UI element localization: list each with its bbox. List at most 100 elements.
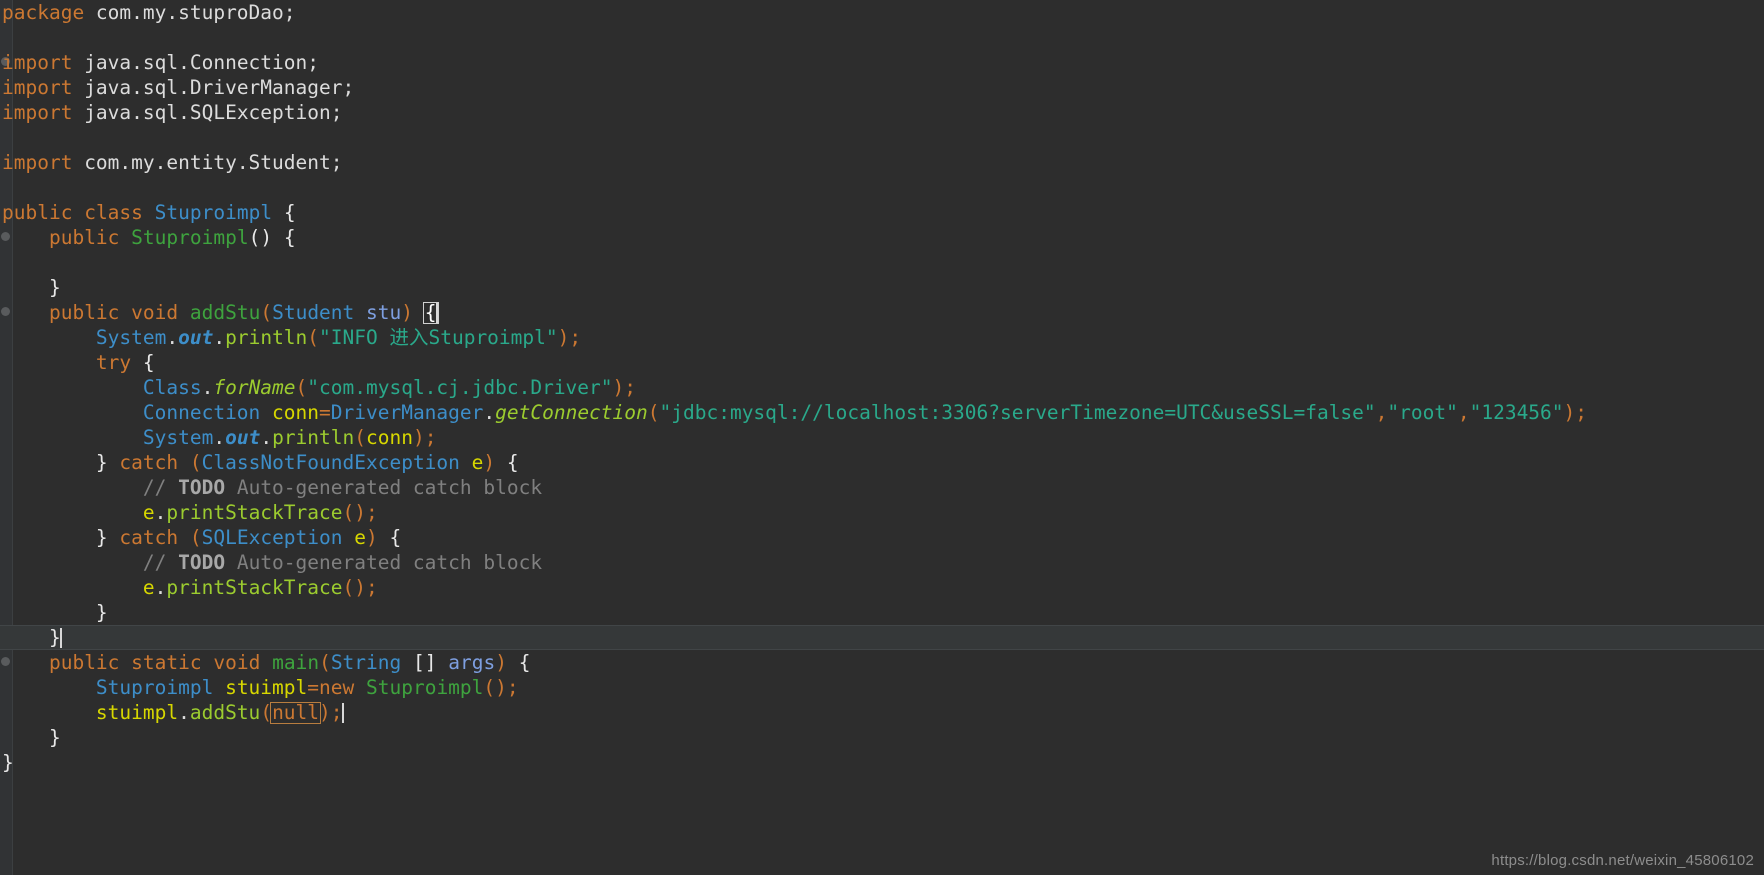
- token-type: System: [95, 326, 167, 349]
- token-brackets: []: [413, 651, 437, 674]
- token-brace: }: [48, 276, 61, 299]
- code-line-current[interactable]: }: [0, 625, 1764, 650]
- token-type: Class: [142, 376, 202, 399]
- code-line-comment[interactable]: // TODO Auto-generated catch block: [0, 475, 1764, 500]
- code-line[interactable]: import com.my.entity.Student;: [0, 150, 1764, 175]
- token-static-method-call: forName: [213, 376, 296, 399]
- token-brace: }: [95, 601, 108, 624]
- token-type: DriverManager: [330, 401, 484, 424]
- code-line[interactable]: package com.my.stuproDao;: [0, 0, 1764, 25]
- token-keyword: public: [2, 201, 73, 224]
- code-line-method-addstu[interactable]: public void addStu(Student stu) {: [0, 300, 1764, 325]
- token-brace: {: [389, 526, 402, 549]
- token-text: ();: [342, 501, 378, 524]
- token-text: );: [412, 426, 437, 449]
- token-keyword: import: [2, 101, 73, 124]
- token-paren: (: [260, 301, 273, 324]
- token-text: );: [612, 376, 637, 399]
- token-keyword: public: [48, 301, 120, 324]
- text-cursor: [59, 628, 62, 648]
- token-keyword: public: [48, 651, 120, 674]
- token-text: ();: [342, 576, 378, 599]
- token-keyword: public: [48, 226, 120, 249]
- token-paren: ): [495, 651, 507, 674]
- token-method-call: printStackTrace: [166, 501, 343, 524]
- token-operator: =: [307, 676, 320, 699]
- token-exception-variable: e: [142, 501, 155, 524]
- token-comment: Auto-generated catch block: [225, 476, 543, 499]
- token-method-name: Stuproimpl: [131, 226, 249, 249]
- token-brace: }: [95, 526, 108, 549]
- code-line-catch-sqle[interactable]: } catch (SQLException e) {: [0, 525, 1764, 550]
- token-exception-variable: e: [142, 576, 155, 599]
- token-exception-variable: e: [471, 451, 484, 474]
- token-paren: ): [366, 526, 378, 549]
- code-line[interactable]: import java.sql.DriverManager;: [0, 75, 1764, 100]
- token-string-username: "root": [1387, 401, 1458, 424]
- code-line-println-info[interactable]: System.out.println("INFO 进入Stuproimpl");: [0, 325, 1764, 350]
- token-type: Stuproimpl: [95, 676, 214, 699]
- token-local-variable: stuimpl: [95, 701, 179, 724]
- code-line-method-main[interactable]: public static void main(String [] args) …: [0, 650, 1764, 675]
- token-paren: (: [189, 526, 202, 549]
- code-line-class-declaration[interactable]: public class Stuproimpl {: [0, 200, 1764, 225]
- token-keyword: static: [131, 651, 202, 674]
- code-line-printstacktrace[interactable]: e.printStackTrace();: [0, 500, 1764, 525]
- token-brace: {: [283, 201, 296, 224]
- code-line[interactable]: }: [0, 725, 1764, 750]
- code-line-println-conn[interactable]: System.out.println(conn);: [0, 425, 1764, 450]
- token-comma: ,: [1457, 401, 1470, 424]
- token-type: Student: [272, 301, 355, 324]
- token-method-call: printStackTrace: [166, 576, 343, 599]
- token-keyword: new: [319, 676, 355, 699]
- token-method-name: main: [272, 651, 320, 674]
- token-paren: (: [295, 376, 308, 399]
- token-text: java.sql.SQLException;: [72, 101, 343, 124]
- token-paren: (: [354, 426, 367, 449]
- code-line[interactable]: }: [0, 275, 1764, 300]
- code-line[interactable]: }: [0, 600, 1764, 625]
- token-brace: }: [95, 451, 108, 474]
- token-keyword: catch: [119, 451, 179, 474]
- token-comment: //: [142, 551, 179, 574]
- token-text: java.sql.DriverManager;: [72, 76, 355, 99]
- token-keyword: class: [84, 201, 143, 224]
- code-line[interactable]: }: [0, 750, 1764, 775]
- code-line-getconnection[interactable]: Connection conn=DriverManager.getConnect…: [0, 400, 1764, 425]
- code-line[interactable]: [0, 125, 1764, 150]
- code-line[interactable]: import java.sql.SQLException;: [0, 100, 1764, 125]
- code-line-constructor[interactable]: public Stuproimpl() {: [0, 225, 1764, 250]
- token-keyword: void: [131, 301, 179, 324]
- token-static-field: out: [225, 426, 261, 449]
- token-type: String: [330, 651, 402, 674]
- code-line-catch-cnfe[interactable]: } catch (ClassNotFoundException e) {: [0, 450, 1764, 475]
- token-brace: {: [142, 351, 155, 374]
- token-paren: (: [307, 326, 320, 349]
- token-local-variable: conn: [366, 426, 413, 449]
- token-paren: ): [483, 451, 496, 474]
- token-text: ();: [483, 676, 519, 699]
- token-parameter: stu: [366, 301, 402, 324]
- code-line-try[interactable]: try {: [0, 350, 1764, 375]
- code-line[interactable]: [0, 25, 1764, 50]
- code-line[interactable]: import java.sql.Connection;: [0, 50, 1764, 75]
- token-keyword: import: [2, 151, 73, 174]
- code-line[interactable]: [0, 175, 1764, 200]
- text-cursor: [341, 703, 344, 723]
- code-content[interactable]: package com.my.stuproDao; import java.sq…: [0, 0, 1764, 775]
- code-editor-pane[interactable]: package com.my.stuproDao; import java.sq…: [0, 0, 1764, 875]
- code-line-comment[interactable]: // TODO Auto-generated catch block: [0, 550, 1764, 575]
- token-keyword: import: [2, 76, 73, 99]
- token-static-field: out: [178, 326, 214, 349]
- code-line-forname[interactable]: Class.forName("com.mysql.cj.jdbc.Driver"…: [0, 375, 1764, 400]
- token-string-password: "123456": [1469, 401, 1564, 424]
- code-line-addstu-call[interactable]: stuimpl.addStu(null);: [0, 700, 1764, 725]
- code-line-printstacktrace[interactable]: e.printStackTrace();: [0, 575, 1764, 600]
- token-keyword: try: [95, 351, 132, 374]
- code-line[interactable]: [0, 250, 1764, 275]
- token-string: "com.mysql.cj.jdbc.Driver": [307, 376, 613, 399]
- search-match-highlight: null: [270, 701, 322, 724]
- token-exception-variable: e: [354, 526, 367, 549]
- code-line-new-instance[interactable]: Stuproimpl stuimpl=new Stuproimpl();: [0, 675, 1764, 700]
- text-cursor: [435, 303, 438, 323]
